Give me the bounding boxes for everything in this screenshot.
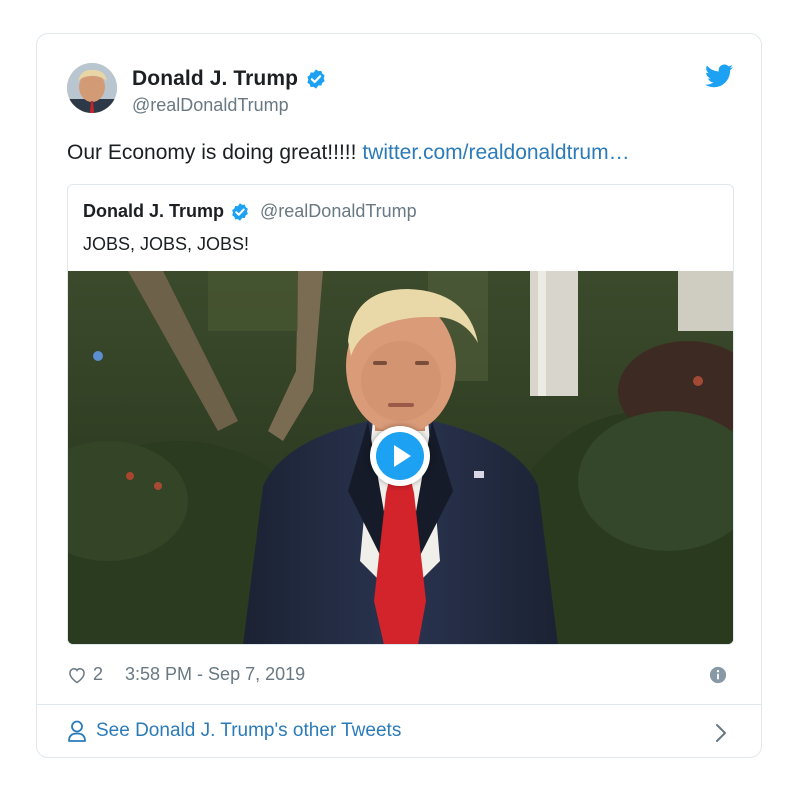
verified-badge-icon — [307, 69, 325, 89]
quoted-author-name: Donald J. Trump — [83, 201, 225, 221]
see-other-tweets-label[interactable]: See Donald J. Trump's other Tweets — [96, 720, 401, 742]
tweet-timestamp[interactable]: 3:58 PM - Sep 7, 2019 — [125, 664, 305, 685]
twitter-bird-icon[interactable] — [705, 64, 733, 88]
play-button[interactable] — [370, 426, 430, 486]
embedded-tweet-card: Donald J. Trump @realDonaldTrump Our Eco… — [36, 33, 762, 758]
quoted-tweet[interactable]: Donald J. Trump @realDonaldTrump JOBS, J… — [67, 184, 734, 645]
author-handle[interactable]: @realDonaldTrump — [132, 95, 289, 116]
quoted-author-handle: @realDonaldTrump — [260, 201, 417, 221]
see-other-tweets-link[interactable]: See Donald J. Trump's other Tweets — [67, 720, 401, 742]
avatar[interactable] — [67, 63, 117, 113]
author-row: Donald J. Trump — [132, 67, 327, 91]
author-name[interactable]: Donald J. Trump — [132, 67, 298, 91]
heart-icon[interactable] — [67, 665, 87, 685]
video-thumbnail[interactable] — [68, 271, 733, 644]
tweet-link[interactable]: twitter.com/realdonaldtrum… — [362, 141, 629, 164]
verified-badge-icon — [232, 202, 248, 221]
person-icon — [68, 720, 86, 742]
tweet-text: Our Economy is doing great!!!!! twitter.… — [67, 141, 630, 165]
tweet-body: Our Economy is doing great!!!!! — [67, 141, 363, 164]
info-icon[interactable] — [709, 666, 727, 684]
chevron-right-icon[interactable] — [715, 723, 727, 743]
quoted-tweet-header: Donald J. Trump @realDonaldTrump — [83, 201, 417, 222]
play-icon — [376, 432, 424, 480]
quoted-tweet-text: JOBS, JOBS, JOBS! — [83, 234, 250, 254]
like-count[interactable]: 2 — [93, 664, 103, 685]
tweet-meta: 2 3:58 PM - Sep 7, 2019 — [67, 664, 305, 685]
divider — [37, 704, 761, 705]
